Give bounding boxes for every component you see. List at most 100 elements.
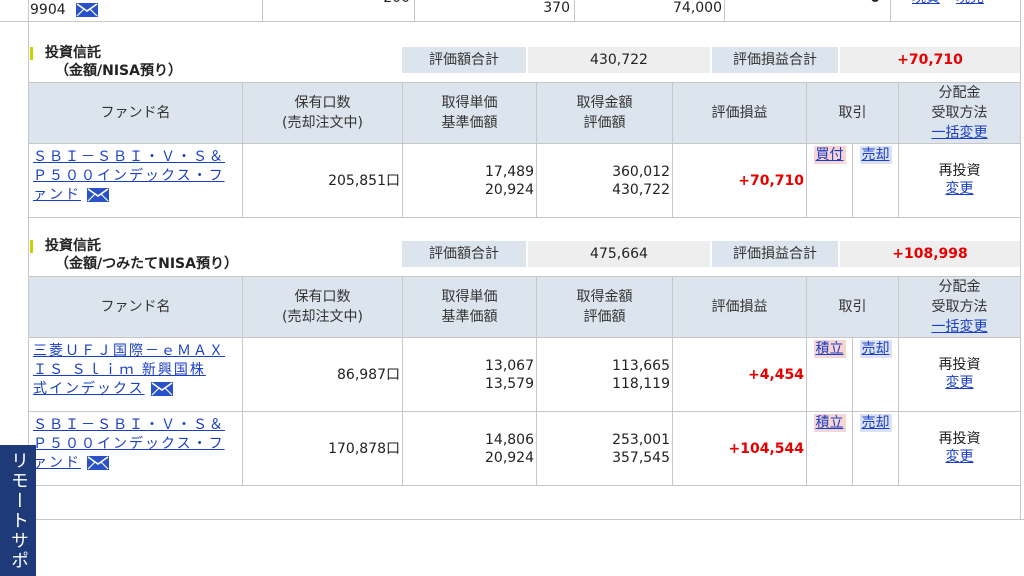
- acq-amount: 253,001: [612, 431, 670, 448]
- header-units: 保有口数 (売却注文中): [242, 276, 403, 338]
- col-divider: [414, 0, 415, 22]
- units-cell: 86,987口: [242, 337, 403, 412]
- header-amount-line2: 評価額: [583, 309, 626, 325]
- header-amount-line1: 取得金額: [576, 95, 633, 111]
- stock-sell-link[interactable]: 現売: [956, 0, 984, 12]
- cost-cell: 13,067 13,579: [402, 337, 537, 412]
- distribution-method: 再投資: [938, 431, 981, 447]
- section-title-nisa: 投資信託 （金額/NISA預り）: [30, 44, 182, 80]
- header-units-line2: (売却注文中): [282, 115, 363, 131]
- accumulate-button[interactable]: 積立: [813, 340, 846, 358]
- cost-cell: 17,489 20,924: [402, 143, 537, 218]
- remote-support-tab[interactable]: リモートサポ: [0, 445, 36, 576]
- eval-total-value: 475,664: [528, 241, 710, 267]
- eval-total-label: 評価額合計: [402, 47, 526, 73]
- acq-amount: 360,012: [612, 163, 670, 180]
- gain-total-label: 評価損益合計: [712, 47, 838, 73]
- table-row: ＳＢＩ－ＳＢＩ・Ｖ・Ｓ＆ Ｐ５００インデックス・フ ァンド 205,851口 1…: [28, 143, 1021, 218]
- trade-cell-2: 売却: [852, 143, 899, 218]
- section-accent-bar: [30, 46, 33, 60]
- nav-price: 20,924: [485, 449, 534, 466]
- header-amount: 取得金額 評価額: [536, 82, 673, 144]
- sell-button[interactable]: 売却: [859, 340, 892, 358]
- gain-cell: +104,544: [672, 411, 807, 486]
- amount-cell: 360,012 430,722: [536, 143, 673, 218]
- fund-name-link[interactable]: 三菱ＵＦＪ国際－ｅＭＡＸ ＩＳ Ｓｌｉｍ 新興国株 式インデックス: [29, 342, 242, 399]
- sell-button[interactable]: 売却: [859, 414, 892, 432]
- header-units-line1: 保有口数: [294, 95, 351, 111]
- header-cost: 取得単価 基準価額: [402, 276, 537, 338]
- nav-price: 20,924: [485, 181, 534, 198]
- nav-price: 13,579: [485, 375, 534, 392]
- mail-icon[interactable]: [76, 3, 99, 17]
- header-gain: 評価損益: [672, 82, 807, 144]
- accumulate-button[interactable]: 積立: [813, 414, 846, 432]
- distribution-method: 再投資: [938, 357, 981, 373]
- bulk-change-link[interactable]: 一括変更: [899, 317, 1020, 337]
- section-title-tsumitate-nisa: 投資信託 （金額/つみたてNISA預り）: [30, 237, 238, 273]
- header-amount-line2: 評価額: [583, 115, 626, 131]
- remote-support-label: リモートサポ: [8, 451, 29, 571]
- header-trade: 取引: [806, 82, 899, 144]
- col-divider: [724, 0, 725, 22]
- distribution-change-link[interactable]: 変更: [899, 180, 1020, 198]
- header-units: 保有口数 (売却注文中): [242, 82, 403, 144]
- header-trade: 取引: [806, 276, 899, 338]
- table-row: ＳＢＩ－ＳＢＩ・Ｖ・Ｓ＆ Ｐ５００インデックス・フ ァンド 170,878口 1…: [28, 411, 1021, 486]
- stock-price: 370: [543, 0, 570, 16]
- amount-cell: 253,001 357,545: [536, 411, 673, 486]
- fund-table-nisa: ファンド名 保有口数 (売却注文中) 取得単価 基準価額 取得金額 評価額 評価損益 …: [28, 82, 1021, 218]
- row-divider: [0, 21, 1020, 22]
- fund-name-link[interactable]: ＳＢＩ－ＳＢＩ・Ｖ・Ｓ＆ Ｐ５００インデックス・フ ァンド: [29, 148, 242, 205]
- gain-cell: +4,454: [672, 337, 807, 412]
- units-cell: 170,878口: [242, 411, 403, 486]
- bulk-change-link[interactable]: 一括変更: [899, 123, 1020, 143]
- stock-qty: 200: [360, 0, 410, 12]
- fund-name-cell: ＳＢＩ－ＳＢＩ・Ｖ・Ｓ＆ Ｐ５００インデックス・フ ァンド: [28, 143, 243, 218]
- distribution-cell: 再投資 変更: [898, 143, 1021, 218]
- header-cost-line1: 取得単価: [441, 95, 498, 111]
- header-units-line1: 保有口数: [294, 289, 351, 305]
- header-amount: 取得金額 評価額: [536, 276, 673, 338]
- trade-cell-1: 買付: [806, 143, 853, 218]
- cost-cell: 14,806 20,924: [402, 411, 537, 486]
- fund-name-cell: 三菱ＵＦＪ国際－ｅＭＡＸ ＩＳ Ｓｌｉｍ 新興国株 式インデックス: [28, 337, 243, 412]
- trade-cell-2: 売却: [852, 411, 899, 486]
- trade-cell-1: 積立: [806, 337, 853, 412]
- acq-unit-price: 13,067: [485, 357, 534, 374]
- section-title-line1: 投資信託: [45, 45, 101, 61]
- stock-code: 9904: [30, 2, 66, 18]
- distribution-change-link[interactable]: 変更: [899, 374, 1020, 392]
- header-dist-line1: 分配金: [938, 279, 981, 295]
- eval-amount: 118,119: [612, 375, 670, 392]
- col-divider: [262, 0, 263, 22]
- stock-buy-link[interactable]: 現買: [912, 0, 940, 12]
- header-cost-line2: 基準価額: [441, 115, 498, 131]
- distribution-change-link[interactable]: 変更: [899, 448, 1020, 466]
- gain-total-value: +70,710: [840, 47, 1020, 73]
- mail-icon[interactable]: [87, 456, 109, 470]
- header-fund-name: ファンド名: [28, 82, 243, 144]
- col-divider: [890, 0, 891, 22]
- header-distribution: 分配金受取方法一括変更: [898, 82, 1021, 144]
- eval-amount: 430,722: [612, 181, 670, 198]
- section-title-line2: （金額/つみたてNISA預り）: [55, 256, 238, 272]
- mail-icon[interactable]: [150, 382, 173, 396]
- header-units-line2: (売却注文中): [282, 309, 363, 325]
- header-cost-line2: 基準価額: [441, 309, 498, 325]
- buy-button[interactable]: 買付: [813, 146, 846, 164]
- mail-icon[interactable]: [87, 188, 109, 202]
- gain-total-value: +108,998: [840, 241, 1020, 267]
- header-amount-line1: 取得金額: [576, 289, 633, 305]
- section-accent-bar: [30, 239, 33, 253]
- header-dist-line1: 分配金: [938, 85, 981, 101]
- header-dist-line2: 受取方法: [931, 105, 988, 121]
- table-header-row: ファンド名 保有口数 (売却注文中) 取得単価 基準価額 取得金額 評価額 評価損益 …: [28, 276, 1021, 338]
- header-cost-line1: 取得単価: [441, 289, 498, 305]
- header-cost: 取得単価 基準価額: [402, 82, 537, 144]
- col-divider: [574, 0, 575, 22]
- sell-button[interactable]: 売却: [859, 146, 892, 164]
- amount-cell: 113,665 118,119: [536, 337, 673, 412]
- distribution-cell: 再投資 変更: [898, 337, 1021, 412]
- fund-name-link[interactable]: ＳＢＩ－ＳＢＩ・Ｖ・Ｓ＆ Ｐ５００インデックス・フ ァンド: [29, 416, 242, 473]
